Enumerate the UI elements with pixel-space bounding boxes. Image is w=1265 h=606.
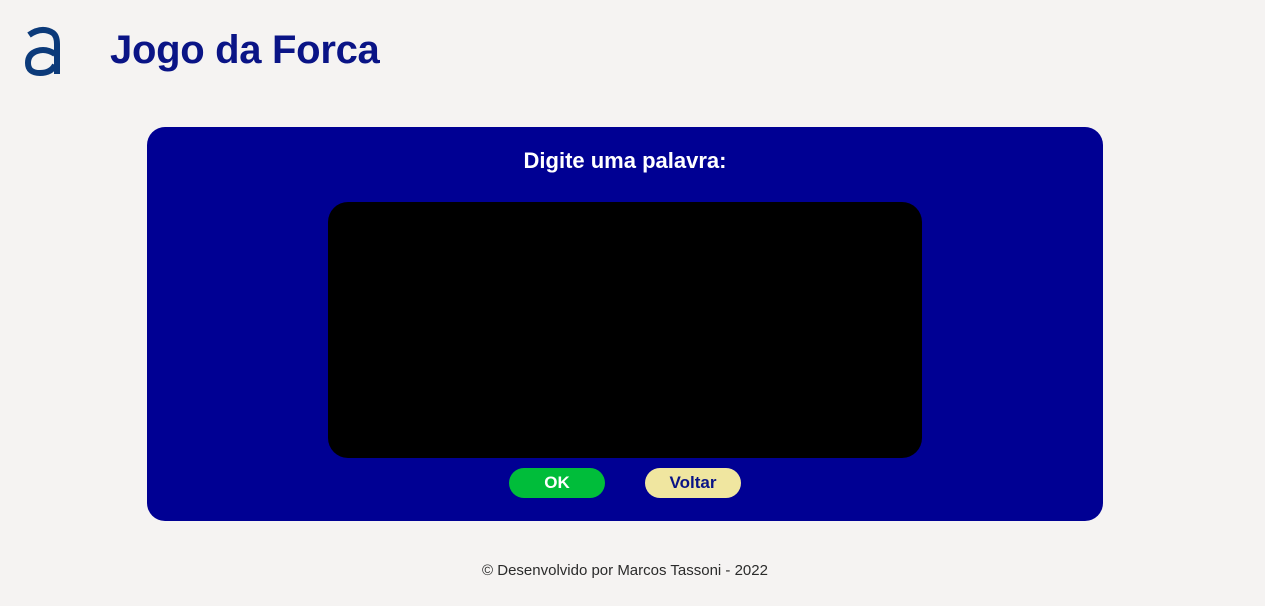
- back-button[interactable]: Voltar: [645, 468, 741, 498]
- ok-button[interactable]: OK: [509, 468, 605, 498]
- alura-a-logo-icon: [24, 27, 60, 76]
- word-input[interactable]: [328, 202, 922, 458]
- footer-credits: © Desenvolvido por Marcos Tassoni - 2022: [482, 562, 768, 579]
- word-prompt: Digite uma palavra:: [523, 148, 727, 173]
- word-entry-panel: Digite uma palavra: OK Voltar: [147, 127, 1103, 521]
- page-title: Jogo da Forca: [110, 28, 380, 72]
- page-header: Jogo da Forca: [0, 0, 1265, 100]
